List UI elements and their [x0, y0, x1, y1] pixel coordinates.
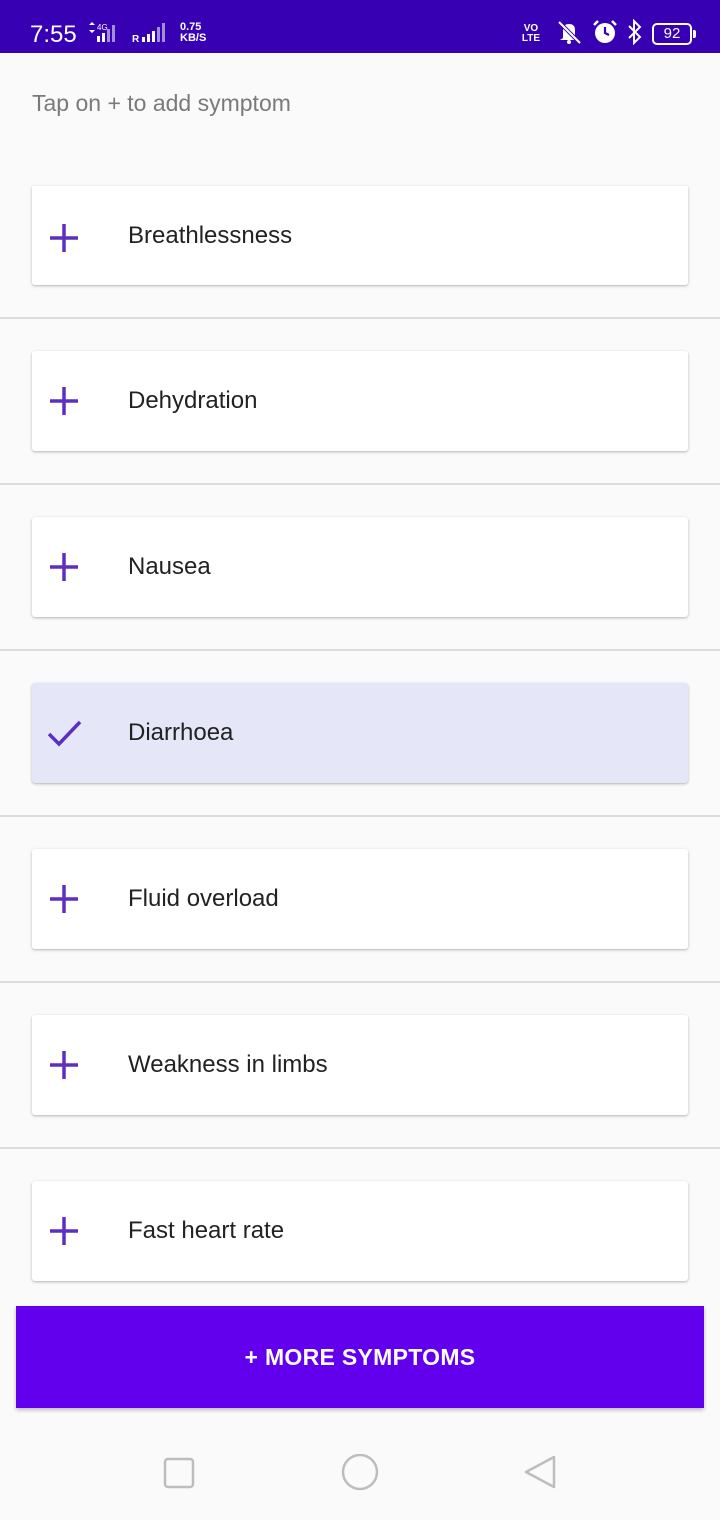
signal-4g-icon: 4G	[86, 22, 130, 44]
recents-square-icon[interactable]	[160, 1454, 200, 1494]
network-speed: 0.75 KB/S	[180, 22, 206, 44]
status-icons: VO LTE 92	[516, 18, 696, 50]
symptom-card-dehydration[interactable]: Dehydration	[32, 351, 688, 451]
plus-icon[interactable]	[46, 220, 82, 256]
speed-unit: KB/S	[180, 32, 207, 44]
divider	[0, 981, 720, 983]
volte-icon: VO LTE	[521, 23, 541, 44]
plus-icon[interactable]	[46, 549, 82, 585]
plus-icon[interactable]	[46, 1213, 82, 1249]
symptom-label: Fast heart rate	[128, 1217, 285, 1244]
add-symptom-hint: Tap on + to add symptom	[32, 90, 291, 116]
status-bar: 7:55 4G R 0.75 KB/S VO LTE 92	[0, 0, 720, 53]
battery-icon: 92	[652, 23, 696, 45]
symptom-label: Weakness in limbs	[128, 1051, 328, 1078]
divider	[0, 317, 720, 319]
symptom-card-breathlessness[interactable]: Breathlessness	[32, 186, 688, 285]
checkmark-icon[interactable]	[46, 715, 82, 751]
divider	[0, 815, 720, 817]
symptom-label: Nausea	[128, 553, 211, 580]
bluetooth-icon	[626, 18, 644, 50]
back-triangle-icon[interactable]	[520, 1454, 560, 1494]
plus-icon[interactable]	[46, 383, 82, 419]
symptom-label: Fluid overload	[128, 885, 279, 912]
symptom-card-fast-heart-rate[interactable]: Fast heart rate	[32, 1181, 688, 1281]
divider	[0, 1147, 720, 1149]
symptom-card-fluid-overload[interactable]: Fluid overload	[32, 849, 688, 949]
divider	[0, 649, 720, 651]
mute-bell-icon	[554, 19, 584, 50]
home-circle-icon[interactable]	[340, 1454, 380, 1494]
roaming-indicator: R	[132, 34, 140, 44]
symptom-card-nausea[interactable]: Nausea	[32, 517, 688, 617]
alarm-icon	[592, 19, 618, 50]
symptom-label: Breathlessness	[128, 222, 293, 249]
divider	[0, 483, 720, 485]
plus-icon[interactable]	[46, 1047, 82, 1083]
clock: 7:55	[30, 21, 77, 48]
symptom-label: Dehydration	[128, 387, 258, 414]
plus-icon[interactable]	[46, 881, 82, 917]
more-symptoms-button[interactable]: + MORE SYMPTOMS	[16, 1306, 704, 1408]
symptom-label: Diarrhoea	[128, 719, 234, 746]
network-type: 4G	[97, 23, 108, 32]
symptom-card-diarrhoea[interactable]: Diarrhoea	[32, 683, 688, 783]
signal-roaming-icon: R	[132, 22, 174, 45]
symptom-card-weakness-in-limbs[interactable]: Weakness in limbs	[32, 1015, 688, 1115]
system-nav-bar	[0, 1424, 720, 1520]
